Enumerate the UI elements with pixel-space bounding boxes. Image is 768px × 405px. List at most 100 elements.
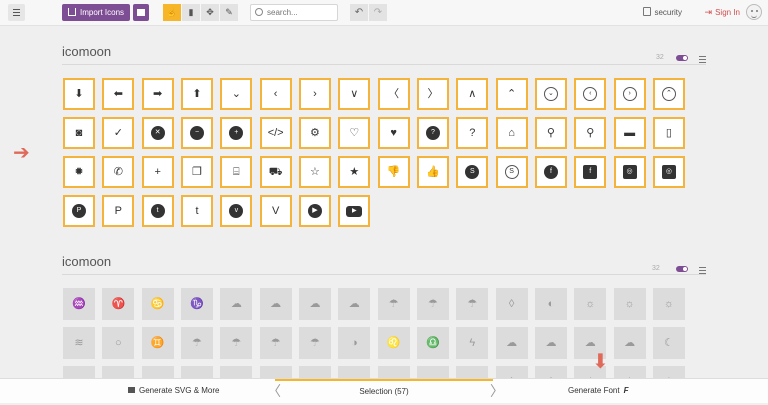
main-menu-button[interactable]	[8, 4, 25, 21]
glyph-tile[interactable]: ☼	[652, 288, 685, 320]
glyph-tile[interactable]: S	[456, 156, 489, 188]
glyph-tile[interactable]: ☂	[298, 327, 331, 359]
glyph-tile[interactable]: ⛟	[259, 156, 292, 188]
glyph-tile[interactable]: ≋	[63, 327, 95, 359]
glyph-tile[interactable]: ☁	[220, 288, 253, 320]
glyph-tile[interactable]: ⚲	[574, 117, 607, 149]
glyph-tile[interactable]: ▶	[298, 195, 331, 227]
set-visibility-toggle[interactable]	[676, 55, 688, 61]
glyph-tile[interactable]: ★	[338, 156, 371, 188]
glyph-tile[interactable]: ♊	[141, 327, 174, 359]
glyph-tile[interactable]: ◙	[63, 117, 95, 149]
glyph-tile[interactable]: ➡	[141, 78, 174, 110]
glyph-tile[interactable]: ☂	[259, 327, 292, 359]
glyph-tile[interactable]: ∨	[338, 78, 371, 110]
glyph-tile[interactable]: ▬	[613, 117, 646, 149]
glyph-tile[interactable]: ♌	[377, 327, 410, 359]
glyph-tile[interactable]: ◎	[613, 156, 646, 188]
glyph-tile[interactable]: ⌄	[534, 78, 567, 110]
glyph-tile[interactable]: ♑	[180, 288, 213, 320]
glyph-tile[interactable]: ☁	[298, 288, 331, 320]
glyph-tile[interactable]: ⌸	[220, 156, 253, 188]
glyph-tile[interactable]: ▶	[338, 195, 371, 227]
glyph-tile[interactable]: f	[534, 156, 567, 188]
generate-svg-button[interactable]: Generate SVG & More	[128, 379, 219, 403]
glyph-tile[interactable]: ✆	[102, 156, 135, 188]
glyph-tile[interactable]: ♥	[377, 117, 410, 149]
glyph-tile[interactable]: ⬇	[63, 78, 95, 110]
glyph-tile[interactable]: 〈	[377, 78, 410, 110]
glyph-tile[interactable]: t	[141, 195, 174, 227]
glyph-tile[interactable]: ⬅	[102, 78, 135, 110]
avatar[interactable]	[746, 4, 762, 20]
glyph-tile[interactable]: v	[220, 195, 253, 227]
generate-font-button[interactable]: Generate Font F	[568, 379, 628, 403]
glyph-tile[interactable]: ⚙	[298, 117, 331, 149]
glyph-tile[interactable]: S	[495, 156, 528, 188]
glyph-tile[interactable]: ☾	[652, 327, 685, 359]
glyph-tile[interactable]: ☁	[495, 327, 528, 359]
glyph-tile[interactable]: ☂	[456, 288, 489, 320]
glyph-tile[interactable]: V	[259, 195, 292, 227]
glyph-tile[interactable]: ☁	[259, 288, 292, 320]
glyph-tile[interactable]: ☁	[338, 288, 371, 320]
glyph-tile[interactable]: ☁	[534, 327, 567, 359]
glyph-tile[interactable]: ☁	[613, 327, 646, 359]
glyph-tile[interactable]: 👍	[416, 156, 449, 188]
sign-in-link[interactable]: ⇥ Sign In	[705, 4, 740, 21]
glyph-tile[interactable]: ☼	[613, 288, 646, 320]
glyph-tile[interactable]: ›	[298, 78, 331, 110]
glyph-tile[interactable]: ❐	[180, 156, 213, 188]
glyph-tile[interactable]: ?	[456, 117, 489, 149]
glyph-tile[interactable]: 👎	[377, 156, 410, 188]
glyph-tile[interactable]: ☂	[377, 288, 410, 320]
set-visibility-toggle[interactable]	[676, 266, 688, 272]
glyph-tile[interactable]: ☆	[298, 156, 331, 188]
glyph-tile[interactable]: ⌃	[495, 78, 528, 110]
glyph-tile[interactable]: ‹	[574, 78, 607, 110]
edit-tool-button[interactable]: ✎	[220, 4, 238, 21]
chevron-right-icon[interactable]: 〉	[490, 379, 504, 403]
glyph-tile[interactable]: ♈	[102, 288, 135, 320]
search-box[interactable]	[250, 4, 338, 21]
glyph-tile[interactable]: ☂	[180, 327, 213, 359]
set-menu-button[interactable]	[699, 56, 706, 65]
glyph-tile[interactable]: 〉	[416, 78, 449, 110]
glyph-tile[interactable]: ✓	[102, 117, 135, 149]
set-menu-button[interactable]	[699, 267, 706, 276]
library-button[interactable]	[133, 4, 149, 21]
glyph-tile[interactable]: ☂	[416, 288, 449, 320]
delete-tool-button[interactable]: ▮	[182, 4, 200, 21]
glyph-tile[interactable]: ⌄	[220, 78, 253, 110]
glyph-tile[interactable]: ✹	[63, 156, 95, 188]
glyph-tile[interactable]: ▯	[652, 117, 685, 149]
glyph-tile[interactable]: ♎	[416, 327, 449, 359]
glyph-tile[interactable]: ☼	[574, 288, 607, 320]
glyph-tile[interactable]: </>	[259, 117, 292, 149]
glyph-tile[interactable]: ✕	[141, 117, 174, 149]
glyph-tile[interactable]: ∧	[456, 78, 489, 110]
security-link[interactable]: security	[643, 4, 682, 21]
glyph-tile[interactable]: ϟ	[456, 327, 489, 359]
glyph-tile[interactable]: ?	[416, 117, 449, 149]
glyph-tile[interactable]: ◑	[338, 327, 371, 359]
import-icons-button[interactable]: Import Icons	[62, 4, 130, 21]
glyph-tile[interactable]: ♒	[63, 288, 95, 320]
glyph-tile[interactable]: ⬆	[180, 78, 213, 110]
glyph-tile[interactable]: P	[102, 195, 135, 227]
search-input[interactable]	[267, 6, 331, 19]
selection-tab[interactable]: Selection (57)	[275, 379, 493, 405]
glyph-tile[interactable]: ◐	[534, 288, 567, 320]
glyph-tile[interactable]: ♋	[141, 288, 174, 320]
glyph-tile[interactable]: P	[63, 195, 95, 227]
glyph-tile[interactable]: ☂	[220, 327, 253, 359]
select-tool-button[interactable]: ☝	[163, 4, 181, 21]
glyph-tile[interactable]: t	[180, 195, 213, 227]
glyph-tile[interactable]: ⚲	[534, 117, 567, 149]
move-tool-button[interactable]: ✥	[201, 4, 219, 21]
glyph-tile[interactable]: +	[141, 156, 174, 188]
glyph-tile[interactable]: −	[180, 117, 213, 149]
undo-button[interactable]: ↶	[350, 4, 368, 21]
glyph-tile[interactable]: ◎	[652, 156, 685, 188]
glyph-tile[interactable]: ♡	[338, 117, 371, 149]
